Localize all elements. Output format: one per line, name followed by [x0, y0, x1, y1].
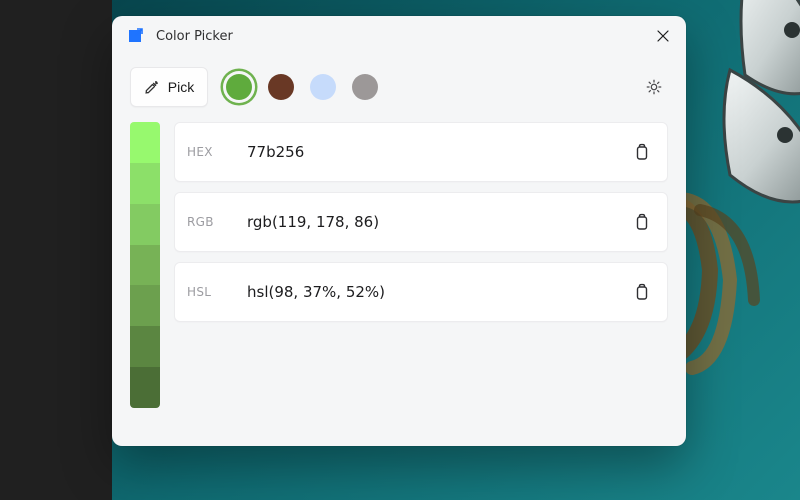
format-value: hsl(98, 37%, 52%) — [247, 283, 627, 301]
shade-segment[interactable] — [130, 163, 160, 204]
shade-segment[interactable] — [130, 285, 160, 326]
format-row-hsl: HSL hsl(98, 37%, 52%) — [174, 262, 668, 322]
copy-icon — [633, 143, 649, 161]
copy-button[interactable] — [627, 138, 655, 166]
shade-segment[interactable] — [130, 326, 160, 367]
shade-strip[interactable] — [130, 122, 160, 408]
shade-segment[interactable] — [130, 204, 160, 245]
format-value: rgb(119, 178, 86) — [247, 213, 627, 231]
history-swatch[interactable] — [268, 74, 294, 100]
pick-button[interactable]: Pick — [130, 67, 208, 107]
format-label: HEX — [187, 145, 247, 159]
format-value: 77b256 — [247, 143, 627, 161]
settings-button[interactable] — [640, 73, 668, 101]
shade-segment[interactable] — [130, 122, 160, 163]
format-label: RGB — [187, 215, 247, 229]
history-swatch[interactable] — [352, 74, 378, 100]
eyedropper-icon — [144, 79, 160, 95]
copy-button[interactable] — [627, 278, 655, 306]
window-title: Color Picker — [156, 29, 233, 44]
history-swatch[interactable] — [226, 74, 252, 100]
color-history — [226, 74, 378, 100]
gear-icon — [645, 78, 663, 96]
history-swatch[interactable] — [310, 74, 336, 100]
close-button[interactable] — [640, 16, 686, 56]
format-label: HSL — [187, 285, 247, 299]
format-row-hex: HEX 77b256 — [174, 122, 668, 182]
app-icon — [126, 27, 144, 45]
format-row-rgb: RGB rgb(119, 178, 86) — [174, 192, 668, 252]
close-icon — [657, 30, 669, 42]
copy-button[interactable] — [627, 208, 655, 236]
taskbar — [0, 0, 112, 500]
copy-icon — [633, 283, 649, 301]
shade-segment[interactable] — [130, 245, 160, 286]
command-row: Pick — [112, 56, 686, 118]
color-picker-window: Color Picker Pick — [112, 16, 686, 446]
content-area: HEX 77b256 RGB rgb(119, 178, 86) HSL hsl… — [112, 118, 686, 446]
pick-button-label: Pick — [168, 79, 194, 95]
titlebar[interactable]: Color Picker — [112, 16, 686, 56]
shade-segment[interactable] — [130, 367, 160, 408]
copy-icon — [633, 213, 649, 231]
color-formats: HEX 77b256 RGB rgb(119, 178, 86) HSL hsl… — [174, 122, 668, 428]
